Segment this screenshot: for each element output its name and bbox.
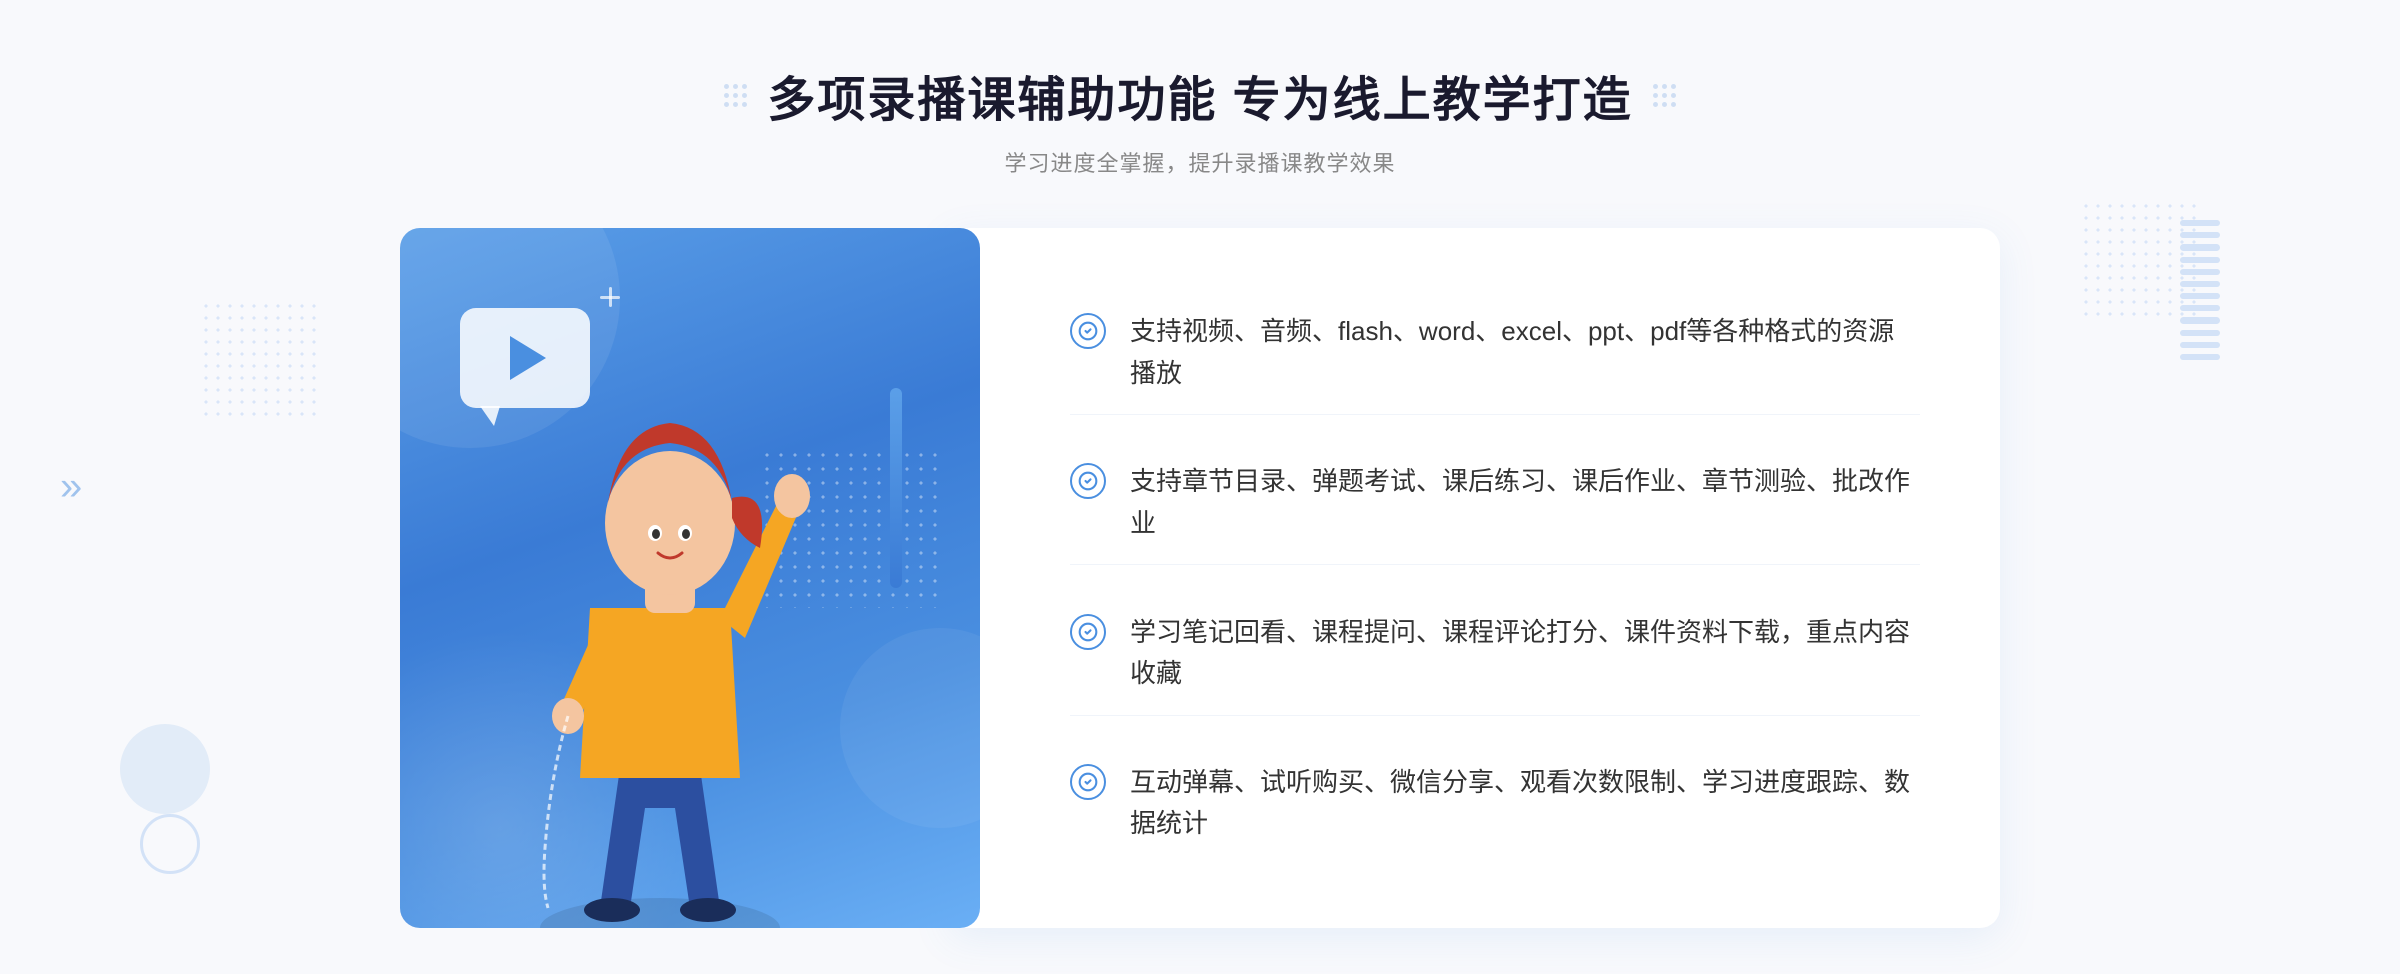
content-area: 支持视频、音频、flash、word、excel、ppt、pdf等各种格式的资源… [400, 228, 2000, 928]
check-icon-2 [1070, 463, 1106, 499]
page-container: 多项录播课辅助功能 专为线上教学打造 学习进度全掌握，提升录播课教学效果 » [0, 0, 2400, 974]
chevron-left-icon: » [60, 465, 82, 510]
feature-text-3: 学习笔记回看、课程提问、课程评论打分、课件资料下载，重点内容收藏 [1130, 612, 1920, 695]
feature-text-1: 支持视频、音频、flash、word、excel、ppt、pdf等各种格式的资源… [1130, 311, 1920, 394]
check-icon-1 [1070, 313, 1106, 349]
subtitle: 学习进度全掌握，提升录播课教学效果 [724, 146, 1675, 178]
title-wrapper: 多项录播课辅助功能 专为线上教学打造 [724, 60, 1675, 130]
feature-item-4: 互动弹幕、试听购买、微信分享、观看次数限制、学习进度跟踪、数据统计 [1070, 742, 1920, 865]
feature-item-2: 支持章节目录、弹题考试、课后练习、课后作业、章节测验、批改作业 [1070, 441, 1920, 565]
check-icon-3 [1070, 614, 1106, 650]
check-icon-4 [1070, 764, 1106, 800]
feature-item-3: 学习笔记回看、课程提问、课程评论打分、课件资料下载，重点内容收藏 [1070, 592, 1920, 716]
person-illustration [460, 348, 880, 928]
feature-item-1: 支持视频、音频、flash、word、excel、ppt、pdf等各种格式的资源… [1070, 291, 1920, 415]
header-dots-left [724, 84, 747, 107]
header-section: 多项录播课辅助功能 专为线上教学打造 学习进度全掌握，提升录播课教学效果 [724, 0, 1675, 178]
deco-circle-outline [140, 814, 200, 874]
deco-circle-blue [120, 724, 210, 814]
features-card: 支持视频、音频、flash、word、excel、ppt、pdf等各种格式的资源… [950, 228, 2000, 928]
header-dots-right [1653, 84, 1676, 107]
main-title: 多项录播课辅助功能 专为线上教学打造 [767, 60, 1632, 130]
feature-text-2: 支持章节目录、弹题考试、课后练习、课后作业、章节测验、批改作业 [1130, 461, 1920, 544]
dot-pattern-left [200, 300, 320, 420]
accent-bar [890, 388, 902, 588]
feature-text-4: 互动弹幕、试听购买、微信分享、观看次数限制、学习进度跟踪、数据统计 [1130, 762, 1920, 845]
deco-stripes [2180, 220, 2220, 360]
